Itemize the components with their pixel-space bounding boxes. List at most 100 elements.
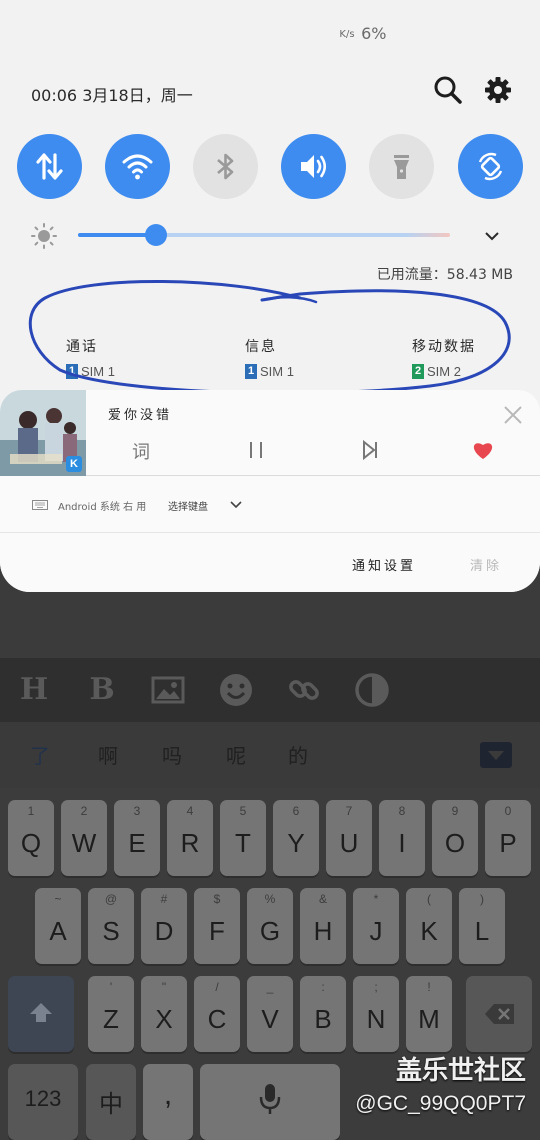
key-u[interactable]: 7U [326,800,372,876]
key-h[interactable]: & H [300,888,346,964]
sim-mobile-data[interactable]: 移动数据 2 SIM 2 [412,336,476,379]
next-track-icon[interactable] [360,438,380,462]
backspace-icon [485,1004,514,1024]
select-keyboard-label[interactable]: 选择键盘 [168,498,208,513]
sim-messages-title: 信息 [245,339,277,355]
gear-icon [485,77,511,103]
kugou-app-badge: K [66,456,82,472]
battery-level: 6% [361,24,387,43]
candidate-word[interactable]: 吗 [162,740,182,769]
search-icon [434,76,462,104]
link-icon[interactable] [284,670,324,710]
heart-icon[interactable] [472,438,494,462]
keyboard-notification[interactable]: Android 系统 右 用 选择键盘 [0,476,540,533]
chevron-down-icon[interactable] [484,228,500,244]
contrast-icon[interactable] [352,670,392,710]
sim-badge: 1 [66,364,78,379]
heading-icon[interactable]: H [14,670,54,710]
key-v[interactable]: _ V [247,976,293,1052]
candidate-word[interactable]: 的 [288,740,308,769]
brightness-icon [31,223,57,249]
chevron-down-icon[interactable] [230,500,242,510]
key-n[interactable]: ; N [353,976,399,1052]
close-icon[interactable] [502,404,524,426]
backspace-key[interactable] [466,976,532,1052]
flashlight-icon [394,155,409,179]
format-toolbar: H B [0,658,540,722]
key-x[interactable]: " X [141,976,187,1052]
clear-button[interactable]: 清除 [470,555,502,574]
key-m[interactable]: ! M [406,976,452,1052]
image-icon[interactable] [148,670,188,710]
key-q[interactable]: 1Q [8,800,54,876]
notification-actions: 通知设置 清除 [0,533,540,592]
soft-keyboard: 1Q 2W 3E 4R 5T 6Y 7U 8I 9O 0P ~ A @ S # D $… [0,788,540,1140]
date-time: 00:06 3月18日，周一 [31,86,193,105]
key-l[interactable]: ) L [459,888,505,964]
key-t[interactable]: 5T [220,800,266,876]
expand-candidates-button[interactable] [480,742,512,768]
shift-key[interactable] [8,976,74,1052]
emoji-icon[interactable] [216,670,256,710]
volume-icon [301,155,327,178]
watermark-handle: @GC_99QQ0PT7 [355,1092,526,1115]
key-o[interactable]: 9O [432,800,478,876]
music-notification[interactable]: K 爱你没错 词 [0,390,540,476]
candidate-word[interactable]: 啊 [98,740,118,769]
sound-toggle[interactable] [281,134,346,199]
microphone-icon [259,1084,281,1114]
sim-badge: 1 [245,364,257,379]
mobile-data-toggle[interactable] [17,134,82,199]
key-i[interactable]: 8I [379,800,425,876]
hand-drawn-circle-annotation [28,279,511,395]
key-d[interactable]: # D [141,888,187,964]
shift-icon [30,1003,52,1022]
notification-settings-button[interactable]: 通知设置 [352,555,416,574]
bluetooth-toggle[interactable] [193,134,258,199]
key-c[interactable]: / C [194,976,240,1052]
comma-key[interactable]: , [143,1064,193,1140]
auto-rotate-toggle[interactable] [458,134,523,199]
settings-button[interactable] [482,74,514,106]
key-y[interactable]: 6Y [273,800,319,876]
lyrics-button[interactable]: 词 [132,438,150,463]
candidate-word[interactable]: 呢 [226,740,246,769]
key-g[interactable]: % G [247,888,293,964]
brightness-row [30,222,510,250]
flashlight-toggle[interactable] [369,134,434,199]
bold-icon[interactable]: B [82,670,122,710]
key-w[interactable]: 2W [61,800,107,876]
key-r[interactable]: 4R [167,800,213,876]
ime-source-text: Android 系统 右 用 [58,502,147,513]
key-b[interactable]: :B [300,976,346,1052]
key-p[interactable]: 0P [485,800,531,876]
song-title: 爱你没错 [108,408,173,423]
space-key[interactable] [200,1064,340,1140]
candidate-bar: 了 啊 吗 呢 的 [0,722,540,788]
key-a[interactable]: ~ A [35,888,81,964]
key-k[interactable]: (K [406,888,452,964]
data-usage-text: 已用流量：58.43 MB [376,267,513,283]
pause-icon[interactable] [246,438,266,462]
brightness-slider-thumb[interactable] [145,224,168,246]
key-f[interactable]: $ F [194,888,240,964]
candidate-word[interactable]: 了 [30,740,50,769]
search-button[interactable] [432,74,464,106]
numbers-key[interactable]: 123 [8,1064,78,1140]
network-speed: K/s 6% [339,24,387,43]
wifi-toggle[interactable] [105,134,170,199]
sim-label: SIM 1 [81,364,115,379]
key-z[interactable]: ' Z [88,976,134,1052]
sim-messages[interactable]: 信息 1 SIM 1 [245,336,294,379]
watermark-title: 盖乐世社区 [395,1056,526,1086]
sim-label: SIM 1 [260,364,294,379]
wifi-icon [122,154,153,180]
sim-calls[interactable]: 通话 1 SIM 1 [66,336,115,379]
sim-label: SIM 2 [427,364,461,379]
key-e[interactable]: 3E [114,800,160,876]
key-s[interactable]: @ S [88,888,134,964]
language-key[interactable]: 中 [86,1064,136,1140]
sim-badge: 2 [412,364,424,379]
key-j[interactable]: * J [353,888,399,964]
data-transfer-icon [36,153,63,180]
